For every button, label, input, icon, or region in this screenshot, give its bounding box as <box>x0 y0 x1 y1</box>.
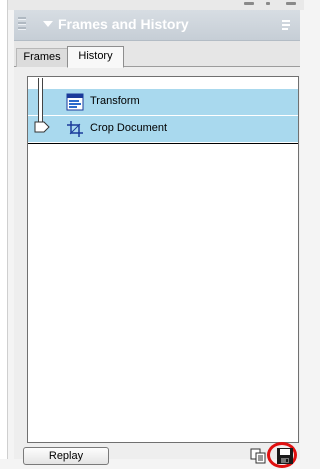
copy-steps-icon[interactable] <box>250 448 266 464</box>
replay-button[interactable]: Replay <box>23 447 109 465</box>
panel-titlebar[interactable]: Frames and History <box>14 10 300 41</box>
panel-options-menu-icon[interactable] <box>282 20 294 32</box>
history-item-label: Transform <box>90 95 140 107</box>
collapse-triangle-icon[interactable] <box>43 21 53 27</box>
top-bar-icon <box>286 2 296 5</box>
history-item-label: Crop Document <box>90 122 168 134</box>
history-item-crop-document[interactable]: Crop Document <box>28 116 298 142</box>
history-item-transform[interactable]: Transform <box>28 89 298 115</box>
left-panel-strip <box>0 0 8 459</box>
transform-icon <box>66 93 84 111</box>
history-list[interactable]: Transform Crop Document <box>27 76 299 443</box>
history-bottom-divider <box>28 143 298 144</box>
panel-tabs: Frames History <box>14 41 300 68</box>
top-collapsed-panel-strip <box>8 0 304 10</box>
frames-history-panel: Frames and History Frames History Transf… <box>14 10 300 468</box>
crop-icon <box>67 121 83 137</box>
top-dot-icon <box>266 2 270 5</box>
save-steps-icon[interactable] <box>274 446 296 466</box>
panel-grip-icon[interactable] <box>18 15 26 35</box>
tab-history[interactable]: History <box>67 46 124 68</box>
tab-frames[interactable]: Frames <box>16 48 68 67</box>
panel-footer: Replay <box>14 442 300 469</box>
history-slider-handle[interactable] <box>34 121 50 133</box>
panel-title: Frames and History <box>58 16 189 32</box>
top-minimize-icon <box>244 2 254 5</box>
